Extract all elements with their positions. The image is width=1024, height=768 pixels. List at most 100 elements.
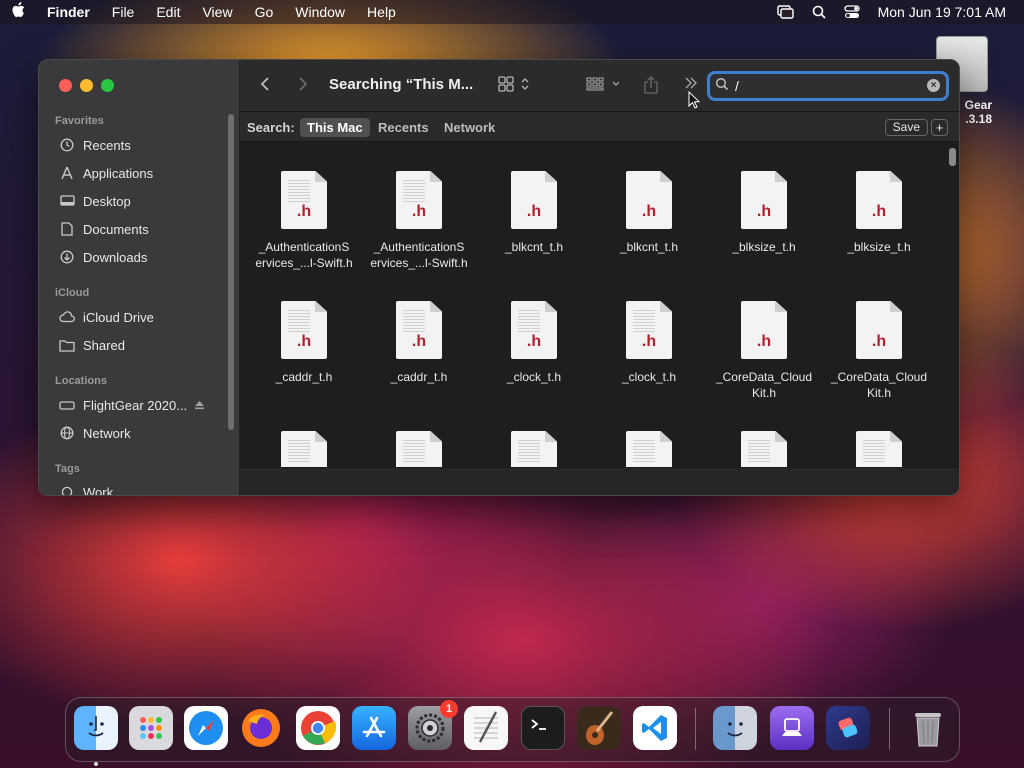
- menu-help[interactable]: Help: [356, 4, 407, 20]
- sidebar-scrollbar[interactable]: [228, 114, 234, 430]
- clear-search-icon[interactable]: ×: [927, 79, 940, 92]
- file-item[interactable]: [591, 431, 707, 468]
- drive-icon: [59, 397, 75, 413]
- file-item[interactable]: .h _CoreData_Cloud Kit.h: [821, 301, 937, 401]
- sidebar-item-desktop[interactable]: Desktop: [59, 193, 131, 209]
- system-settings-icon[interactable]: 1: [408, 700, 458, 750]
- scope-this-mac[interactable]: This Mac: [300, 118, 370, 137]
- download-icon: [59, 249, 75, 265]
- finder-window: Favorites Recents Applications Desktop D…: [38, 59, 960, 496]
- toolbar: Searching “This M... / ×: [240, 60, 959, 112]
- firefox-icon[interactable]: [239, 706, 283, 750]
- header-file-icon: .h: [741, 171, 787, 229]
- header-file-icon: .h: [741, 301, 787, 359]
- forward-button[interactable]: [298, 76, 308, 97]
- file-item[interactable]: .h _AuthenticationS ervices_...l-Swift.h: [361, 171, 477, 271]
- search-input-value[interactable]: /: [735, 78, 739, 94]
- header-file-icon: .h: [396, 301, 442, 359]
- file-name: _CoreData_Cloud Kit.h: [830, 370, 928, 400]
- header-file-icon: .h: [626, 301, 672, 359]
- file-item[interactable]: .h _blksize_t.h: [821, 171, 937, 255]
- file-item[interactable]: .h _blkcnt_t.h: [591, 171, 707, 255]
- menu-window[interactable]: Window: [284, 4, 356, 20]
- file-item[interactable]: .h _CoreData_Cloud Kit.h: [706, 301, 822, 401]
- file-item[interactable]: [706, 431, 822, 468]
- header-file-icon: .h: [281, 301, 327, 359]
- app-store-icon[interactable]: [352, 706, 396, 750]
- file-item[interactable]: .h _caddr_t.h: [246, 301, 362, 385]
- chrome-icon[interactable]: [296, 706, 340, 750]
- file-item[interactable]: .h _clock_t.h: [476, 301, 592, 385]
- vscode-icon[interactable]: [633, 706, 677, 750]
- sidebar-header-icloud: iCloud: [55, 287, 90, 299]
- results-scrollbar[interactable]: [949, 148, 956, 166]
- sidebar-header-locations: Locations: [55, 375, 107, 387]
- file-item[interactable]: [821, 431, 937, 468]
- save-search-button[interactable]: Save: [884, 119, 928, 136]
- trash-icon[interactable]: [906, 706, 950, 750]
- sidebar: Favorites Recents Applications Desktop D…: [39, 60, 240, 495]
- header-file-icon: [511, 431, 557, 468]
- share-icon[interactable]: [643, 76, 659, 97]
- menu-clock[interactable]: Mon Jun 19 7:01 AM: [878, 4, 1006, 20]
- menu-view[interactable]: View: [191, 4, 243, 20]
- podcasts-icon[interactable]: [770, 706, 814, 750]
- eject-icon[interactable]: [194, 400, 205, 410]
- menu-go[interactable]: Go: [244, 4, 285, 20]
- shortcuts-icon[interactable]: [826, 706, 870, 750]
- sidebar-item-network[interactable]: Network: [59, 425, 131, 441]
- spotlight-search-icon[interactable]: [812, 5, 826, 19]
- apple-menu-icon[interactable]: [0, 2, 36, 22]
- file-name: _clock_t.h: [506, 370, 562, 384]
- sidebar-item-label: Work: [83, 484, 114, 496]
- sidebar-item-icloud-drive[interactable]: iCloud Drive: [59, 309, 154, 325]
- sidebar-item-applications[interactable]: Applications: [59, 165, 153, 181]
- finder-icon[interactable]: [713, 706, 757, 750]
- sidebar-item-flightgear[interactable]: FlightGear 2020...: [59, 397, 205, 413]
- header-file-icon: .h: [856, 301, 902, 359]
- safari-icon[interactable]: [184, 706, 228, 750]
- sidebar-item-documents[interactable]: Documents: [59, 221, 149, 237]
- file-item[interactable]: .h _caddr_t.h: [361, 301, 477, 385]
- file-item[interactable]: .h _blksize_t.h: [706, 171, 822, 255]
- control-center-icon[interactable]: [843, 5, 860, 19]
- sidebar-item-downloads[interactable]: Downloads: [59, 249, 147, 265]
- globe-icon: [59, 425, 75, 441]
- scope-recents[interactable]: Recents: [371, 118, 436, 137]
- finder-icon[interactable]: [74, 706, 118, 766]
- search-scope-label: Search:: [247, 120, 295, 135]
- group-by-button[interactable]: [586, 76, 622, 95]
- sidebar-item-tag-work[interactable]: Work: [59, 484, 114, 496]
- screen-mirroring-icon[interactable]: [776, 5, 794, 19]
- file-item[interactable]: [246, 431, 362, 468]
- back-button[interactable]: [260, 76, 270, 97]
- header-file-icon: .h: [626, 171, 672, 229]
- search-field[interactable]: / ×: [707, 71, 949, 101]
- file-item[interactable]: [361, 431, 477, 468]
- menu-edit[interactable]: Edit: [145, 4, 191, 20]
- file-item[interactable]: [476, 431, 592, 468]
- textedit-icon[interactable]: [464, 706, 508, 750]
- zoom-window-button[interactable]: [101, 79, 114, 92]
- search-scope-bar: Search: This Mac Recents Network Save +: [240, 112, 959, 142]
- scope-network[interactable]: Network: [437, 118, 502, 137]
- file-item[interactable]: .h _blkcnt_t.h: [476, 171, 592, 255]
- garageband-icon[interactable]: [577, 706, 621, 750]
- menu-app-name[interactable]: Finder: [36, 4, 101, 20]
- add-criteria-button[interactable]: +: [931, 119, 948, 136]
- file-item[interactable]: .h _AuthenticationS ervices_...l-Swift.h: [246, 171, 362, 271]
- sidebar-item-recents[interactable]: Recents: [59, 137, 131, 153]
- header-file-icon: [741, 431, 787, 468]
- file-item[interactable]: .h _clock_t.h: [591, 301, 707, 385]
- header-file-icon: [856, 431, 902, 468]
- minimize-window-button[interactable]: [80, 79, 93, 92]
- sidebar-item-label: Documents: [83, 221, 149, 237]
- terminal-icon[interactable]: [521, 706, 565, 750]
- launchpad-icon[interactable]: [129, 706, 173, 750]
- file-name: _caddr_t.h: [275, 370, 333, 384]
- menu-file[interactable]: File: [101, 4, 146, 20]
- mouse-cursor-icon: [688, 91, 700, 109]
- icon-view-button[interactable]: [498, 76, 530, 95]
- sidebar-item-shared[interactable]: Shared: [59, 337, 125, 353]
- close-window-button[interactable]: [59, 79, 72, 92]
